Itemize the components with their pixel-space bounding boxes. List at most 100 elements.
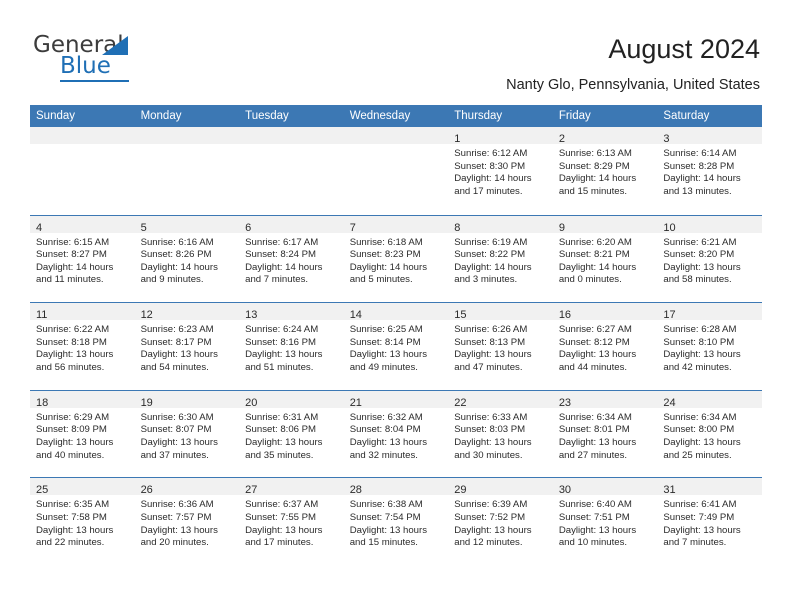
calendar-day-cell[interactable]: 4 Sunrise: 6:15 AM Sunset: 8:27 PM Daylight…	[30, 215, 135, 303]
calendar-day-cell[interactable]: 20 Sunrise: 6:31 AM Sunset: 8:06 PM Dayligh…	[239, 390, 344, 478]
daylight-duration-line1: Daylight: 14 hours	[140, 261, 218, 273]
daylight-duration-line1: Daylight: 14 hours	[454, 173, 532, 185]
day-number-strip: 2	[552, 127, 658, 145]
calendar-day-cell[interactable]: 29 Sunrise: 6:39 AM Sunset: 7:52 PM Dayligh…	[448, 478, 553, 565]
calendar-day-cell[interactable]: 27 Sunrise: 6:37 AM Sunset: 7:55 PM Dayligh…	[239, 478, 344, 565]
day-number: 21	[349, 396, 362, 409]
calendar-day-cell[interactable]: 2 Sunrise: 6:13 AM Sunset: 8:29 PM Daylight…	[552, 127, 658, 215]
sunrise-time: Sunrise: 6:35 AM	[36, 499, 110, 511]
calendar-day-cell[interactable]: 7 Sunrise: 6:18 AM Sunset: 8:23 PM Daylight…	[343, 215, 449, 303]
sunrise-time: Sunrise: 6:21 AM	[663, 236, 737, 248]
calendar-table: Sunday Monday Tuesday Wednesday Thursday Frid…	[30, 105, 762, 565]
calendar-day-cell[interactable]: 17 Sunrise: 6:28 AM Sunset: 8:10 PM Dayligh…	[657, 303, 762, 390]
calendar-day-cell[interactable]: 1 Sunrise: 6:12 AM Sunset: 8:30 PM Daylight…	[448, 127, 553, 215]
sunrise-time: Sunrise: 6:22 AM	[36, 324, 110, 336]
calendar-day-cell[interactable]: 21 Sunrise: 6:32 AM Sunset: 8:04 PM Dayligh…	[343, 390, 449, 478]
day-number-strip: 8	[448, 215, 553, 234]
day-number-strip: 29	[448, 478, 553, 496]
weekday-header-row: Sunday Monday Tuesday Wednesday Thursday Frid…	[30, 105, 762, 127]
calendar-week-row: 18 Sunrise: 6:29 AM Sunset: 8:09 PM Dayligh…	[30, 389, 762, 478]
daylight-duration-line2: and 22 minutes.	[36, 537, 105, 549]
sunset-time: Sunset: 8:28 PM	[663, 160, 735, 172]
day-number: 10	[663, 221, 676, 234]
calendar-day-cell[interactable]: 11 Sunrise: 6:22 AM Sunset: 8:18 PM Dayligh…	[30, 303, 135, 390]
day-details: Sunrise: 6:34 AM Sunset: 8:00 PM Daylight:…	[657, 408, 762, 462]
daylight-duration-line2: and 58 minutes.	[663, 274, 732, 286]
day-number-strip	[343, 127, 449, 144]
sunset-time: Sunset: 8:04 PM	[349, 424, 421, 436]
daylight-duration-line1: Daylight: 14 hours	[558, 173, 637, 185]
calendar-day-cell[interactable]: 18 Sunrise: 6:29 AM Sunset: 8:09 PM Dayligh…	[30, 390, 135, 478]
calendar-day-cell[interactable]: 6 Sunrise: 6:17 AM Sunset: 8:24 PM Daylight…	[239, 215, 344, 303]
day-details: Sunrise: 6:23 AM Sunset: 8:17 PM Daylight:…	[135, 320, 240, 374]
daylight-duration-line1: Daylight: 13 hours	[454, 524, 532, 536]
calendar-day-cell[interactable]: 8 Sunrise: 6:19 AM Sunset: 8:22 PM Daylight…	[448, 215, 553, 303]
day-details: Sunrise: 6:13 AM Sunset: 8:29 PM Daylight:…	[553, 144, 658, 198]
calendar-day-cell[interactable]: 13 Sunrise: 6:24 AM Sunset: 8:16 PM Dayligh…	[239, 303, 344, 390]
calendar-day-cell-empty	[134, 127, 240, 215]
calendar-day-cell[interactable]: 31 Sunrise: 6:41 AM Sunset: 7:49 PM Dayligh…	[657, 478, 762, 565]
daylight-duration-line2: and 54 minutes.	[140, 361, 209, 373]
calendar-weeks: 1 Sunrise: 6:12 AM Sunset: 8:30 PM Daylight…	[30, 127, 762, 565]
sunset-time: Sunset: 8:01 PM	[558, 424, 630, 436]
day-number-strip: 17	[657, 303, 762, 321]
daylight-duration-line1: Daylight: 13 hours	[36, 436, 114, 448]
calendar-day-cell[interactable]: 9 Sunrise: 6:20 AM Sunset: 8:21 PM Daylight…	[552, 215, 658, 303]
weekday-header-tuesday: Tuesday	[245, 110, 289, 122]
day-number-strip: 13	[239, 303, 344, 321]
calendar-day-cell[interactable]: 26 Sunrise: 6:36 AM Sunset: 7:57 PM Dayligh…	[134, 478, 240, 565]
day-number-strip	[30, 127, 135, 144]
day-details: Sunrise: 6:12 AM Sunset: 8:30 PM Daylight:…	[448, 144, 553, 198]
sunrise-time: Sunrise: 6:39 AM	[454, 499, 528, 511]
day-number: 27	[245, 484, 258, 497]
calendar-day-cell[interactable]: 15 Sunrise: 6:26 AM Sunset: 8:13 PM Dayligh…	[448, 303, 553, 390]
day-number: 26	[140, 484, 153, 497]
calendar-day-cell[interactable]: 19 Sunrise: 6:30 AM Sunset: 8:07 PM Dayligh…	[134, 390, 240, 478]
calendar-day-cell[interactable]: 5 Sunrise: 6:16 AM Sunset: 8:26 PM Daylight…	[134, 215, 240, 303]
day-number-strip: 18	[30, 390, 135, 409]
calendar-day-cell[interactable]: 25 Sunrise: 6:35 AM Sunset: 7:58 PM Dayligh…	[30, 478, 135, 565]
daylight-duration-line2: and 5 minutes.	[349, 274, 413, 286]
general-blue-logo[interactable]: General Blue	[33, 33, 263, 89]
daylight-duration-line2: and 42 minutes.	[663, 361, 732, 373]
day-number-strip: 1	[448, 127, 553, 145]
calendar-day-cell-empty	[343, 127, 449, 215]
day-number: 7	[349, 221, 356, 234]
weekday-header-wednesday: Wednesday	[349, 110, 411, 122]
sunset-time: Sunset: 8:20 PM	[663, 249, 735, 261]
day-details: Sunrise: 6:19 AM Sunset: 8:22 PM Daylight:…	[448, 233, 553, 287]
calendar-day-cell[interactable]: 22 Sunrise: 6:33 AM Sunset: 8:03 PM Dayligh…	[448, 390, 553, 478]
daylight-duration-line2: and 30 minutes.	[454, 449, 523, 461]
calendar-day-cell[interactable]: 12 Sunrise: 6:23 AM Sunset: 8:17 PM Dayligh…	[134, 303, 240, 390]
day-number: 4	[36, 221, 43, 234]
day-number-strip: 21	[343, 390, 449, 409]
day-number-strip: 12	[134, 303, 240, 321]
day-number: 2	[558, 133, 565, 145]
day-details: Sunrise: 6:17 AM Sunset: 8:24 PM Daylight:…	[239, 233, 344, 287]
day-number: 8	[454, 221, 461, 234]
day-details: Sunrise: 6:32 AM Sunset: 8:04 PM Daylight:…	[344, 408, 449, 462]
daylight-duration-line1: Daylight: 13 hours	[663, 436, 741, 448]
sunset-time: Sunset: 8:18 PM	[36, 336, 107, 348]
calendar-day-cell[interactable]: 14 Sunrise: 6:25 AM Sunset: 8:14 PM Dayligh…	[343, 303, 449, 390]
day-number: 25	[36, 484, 49, 497]
calendar-day-cell[interactable]: 24 Sunrise: 6:34 AM Sunset: 8:00 PM Dayligh…	[657, 390, 762, 478]
calendar-day-cell[interactable]: 16 Sunrise: 6:27 AM Sunset: 8:12 PM Dayligh…	[552, 303, 658, 390]
calendar-day-cell[interactable]: 28 Sunrise: 6:38 AM Sunset: 7:54 PM Dayligh…	[343, 478, 449, 565]
calendar-day-cell[interactable]: 30 Sunrise: 6:40 AM Sunset: 7:51 PM Dayligh…	[552, 478, 658, 565]
day-number-strip	[239, 127, 344, 144]
day-number-strip: 14	[343, 303, 449, 321]
sunrise-time: Sunrise: 6:28 AM	[663, 324, 737, 336]
calendar-day-cell[interactable]: 10 Sunrise: 6:21 AM Sunset: 8:20 PM Dayligh…	[657, 215, 762, 303]
sunset-time: Sunset: 8:24 PM	[245, 249, 317, 261]
daylight-duration-line2: and 51 minutes.	[245, 361, 314, 373]
calendar-day-cell[interactable]: 3 Sunrise: 6:14 AM Sunset: 8:28 PM Daylight…	[657, 127, 762, 215]
calendar-day-cell[interactable]: 23 Sunrise: 6:34 AM Sunset: 8:01 PM Dayligh…	[552, 390, 658, 478]
day-number: 5	[140, 221, 147, 234]
sunset-time: Sunset: 7:49 PM	[663, 511, 735, 523]
calendar-week-row: 4 Sunrise: 6:15 AM Sunset: 8:27 PM Daylight…	[30, 214, 762, 303]
day-details: Sunrise: 6:15 AM Sunset: 8:27 PM Daylight:…	[30, 233, 135, 287]
sunrise-time: Sunrise: 6:13 AM	[558, 148, 632, 159]
day-number-strip: 16	[552, 303, 658, 321]
sunrise-time: Sunrise: 6:12 AM	[454, 148, 528, 159]
